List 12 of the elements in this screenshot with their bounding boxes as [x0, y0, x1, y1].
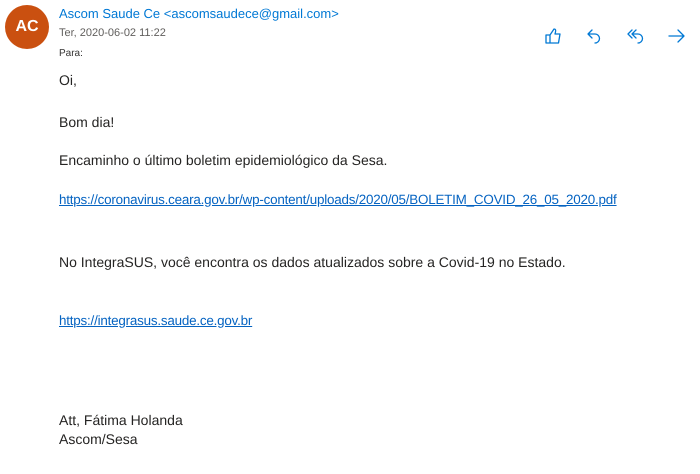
body-text: Bom dia! — [59, 112, 114, 130]
body-text: Ascom/Sesa — [59, 430, 138, 448]
sender-avatar: AC — [5, 5, 49, 49]
link[interactable]: https://integrasus.saude.ce.gov.br — [59, 312, 252, 330]
body-text: Oi, — [59, 70, 77, 88]
sender-name[interactable]: Ascom Saude Ce <ascomsaudece@gmail.com> — [59, 6, 339, 22]
body-text: Att, Fátima Holanda — [59, 410, 183, 428]
recipient-label: Para: — [59, 46, 84, 60]
sent-date: Ter, 2020-06-02 11:22 — [59, 26, 167, 41]
body-text: Encaminho o último boletim epidemiológico da Sesa. — [59, 150, 388, 168]
link[interactable]: https://coronavirus.ceara.gov.br/wp-content/uploads/2020/05/BOLETIM_COVID_26_05_2020.pdf — [59, 190, 617, 208]
body-text: No IntegraSUS, você encontra os dados atualizados sobre a Covid-19 no Estado. — [59, 252, 566, 270]
